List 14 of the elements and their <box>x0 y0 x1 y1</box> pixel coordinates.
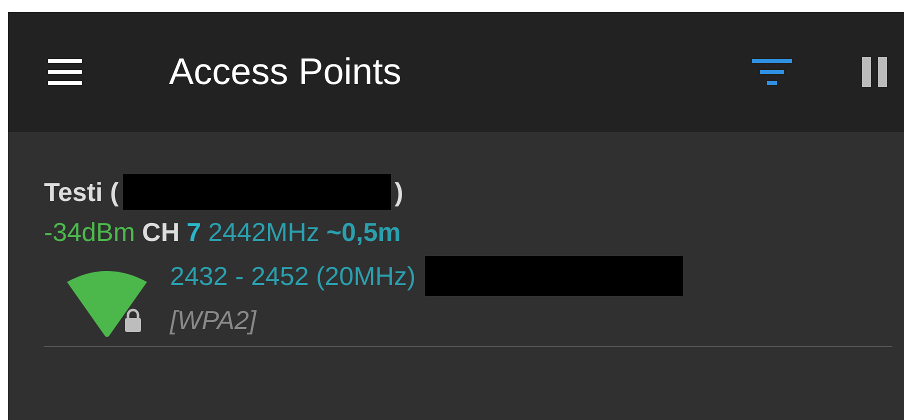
channel-label: CH <box>142 216 180 249</box>
closing-paren: ) <box>394 176 404 209</box>
pause-icon[interactable] <box>862 57 888 87</box>
channel-number: 7 <box>186 216 202 249</box>
app-title: Access Points <box>169 51 402 93</box>
filter-icon[interactable] <box>752 57 792 87</box>
security-type: [WPA2] <box>170 304 256 337</box>
signal-strength: -34dBm <box>44 216 136 249</box>
frequency: 2442MHz <box>208 216 320 249</box>
network-name: Testi ( <box>44 176 119 209</box>
frequency-range: 2432 - 2452 (20MHz) <box>170 260 416 293</box>
wifi-signal-icon <box>67 268 147 338</box>
distance: ~0,5m <box>326 216 401 249</box>
menu-icon[interactable] <box>48 59 82 85</box>
